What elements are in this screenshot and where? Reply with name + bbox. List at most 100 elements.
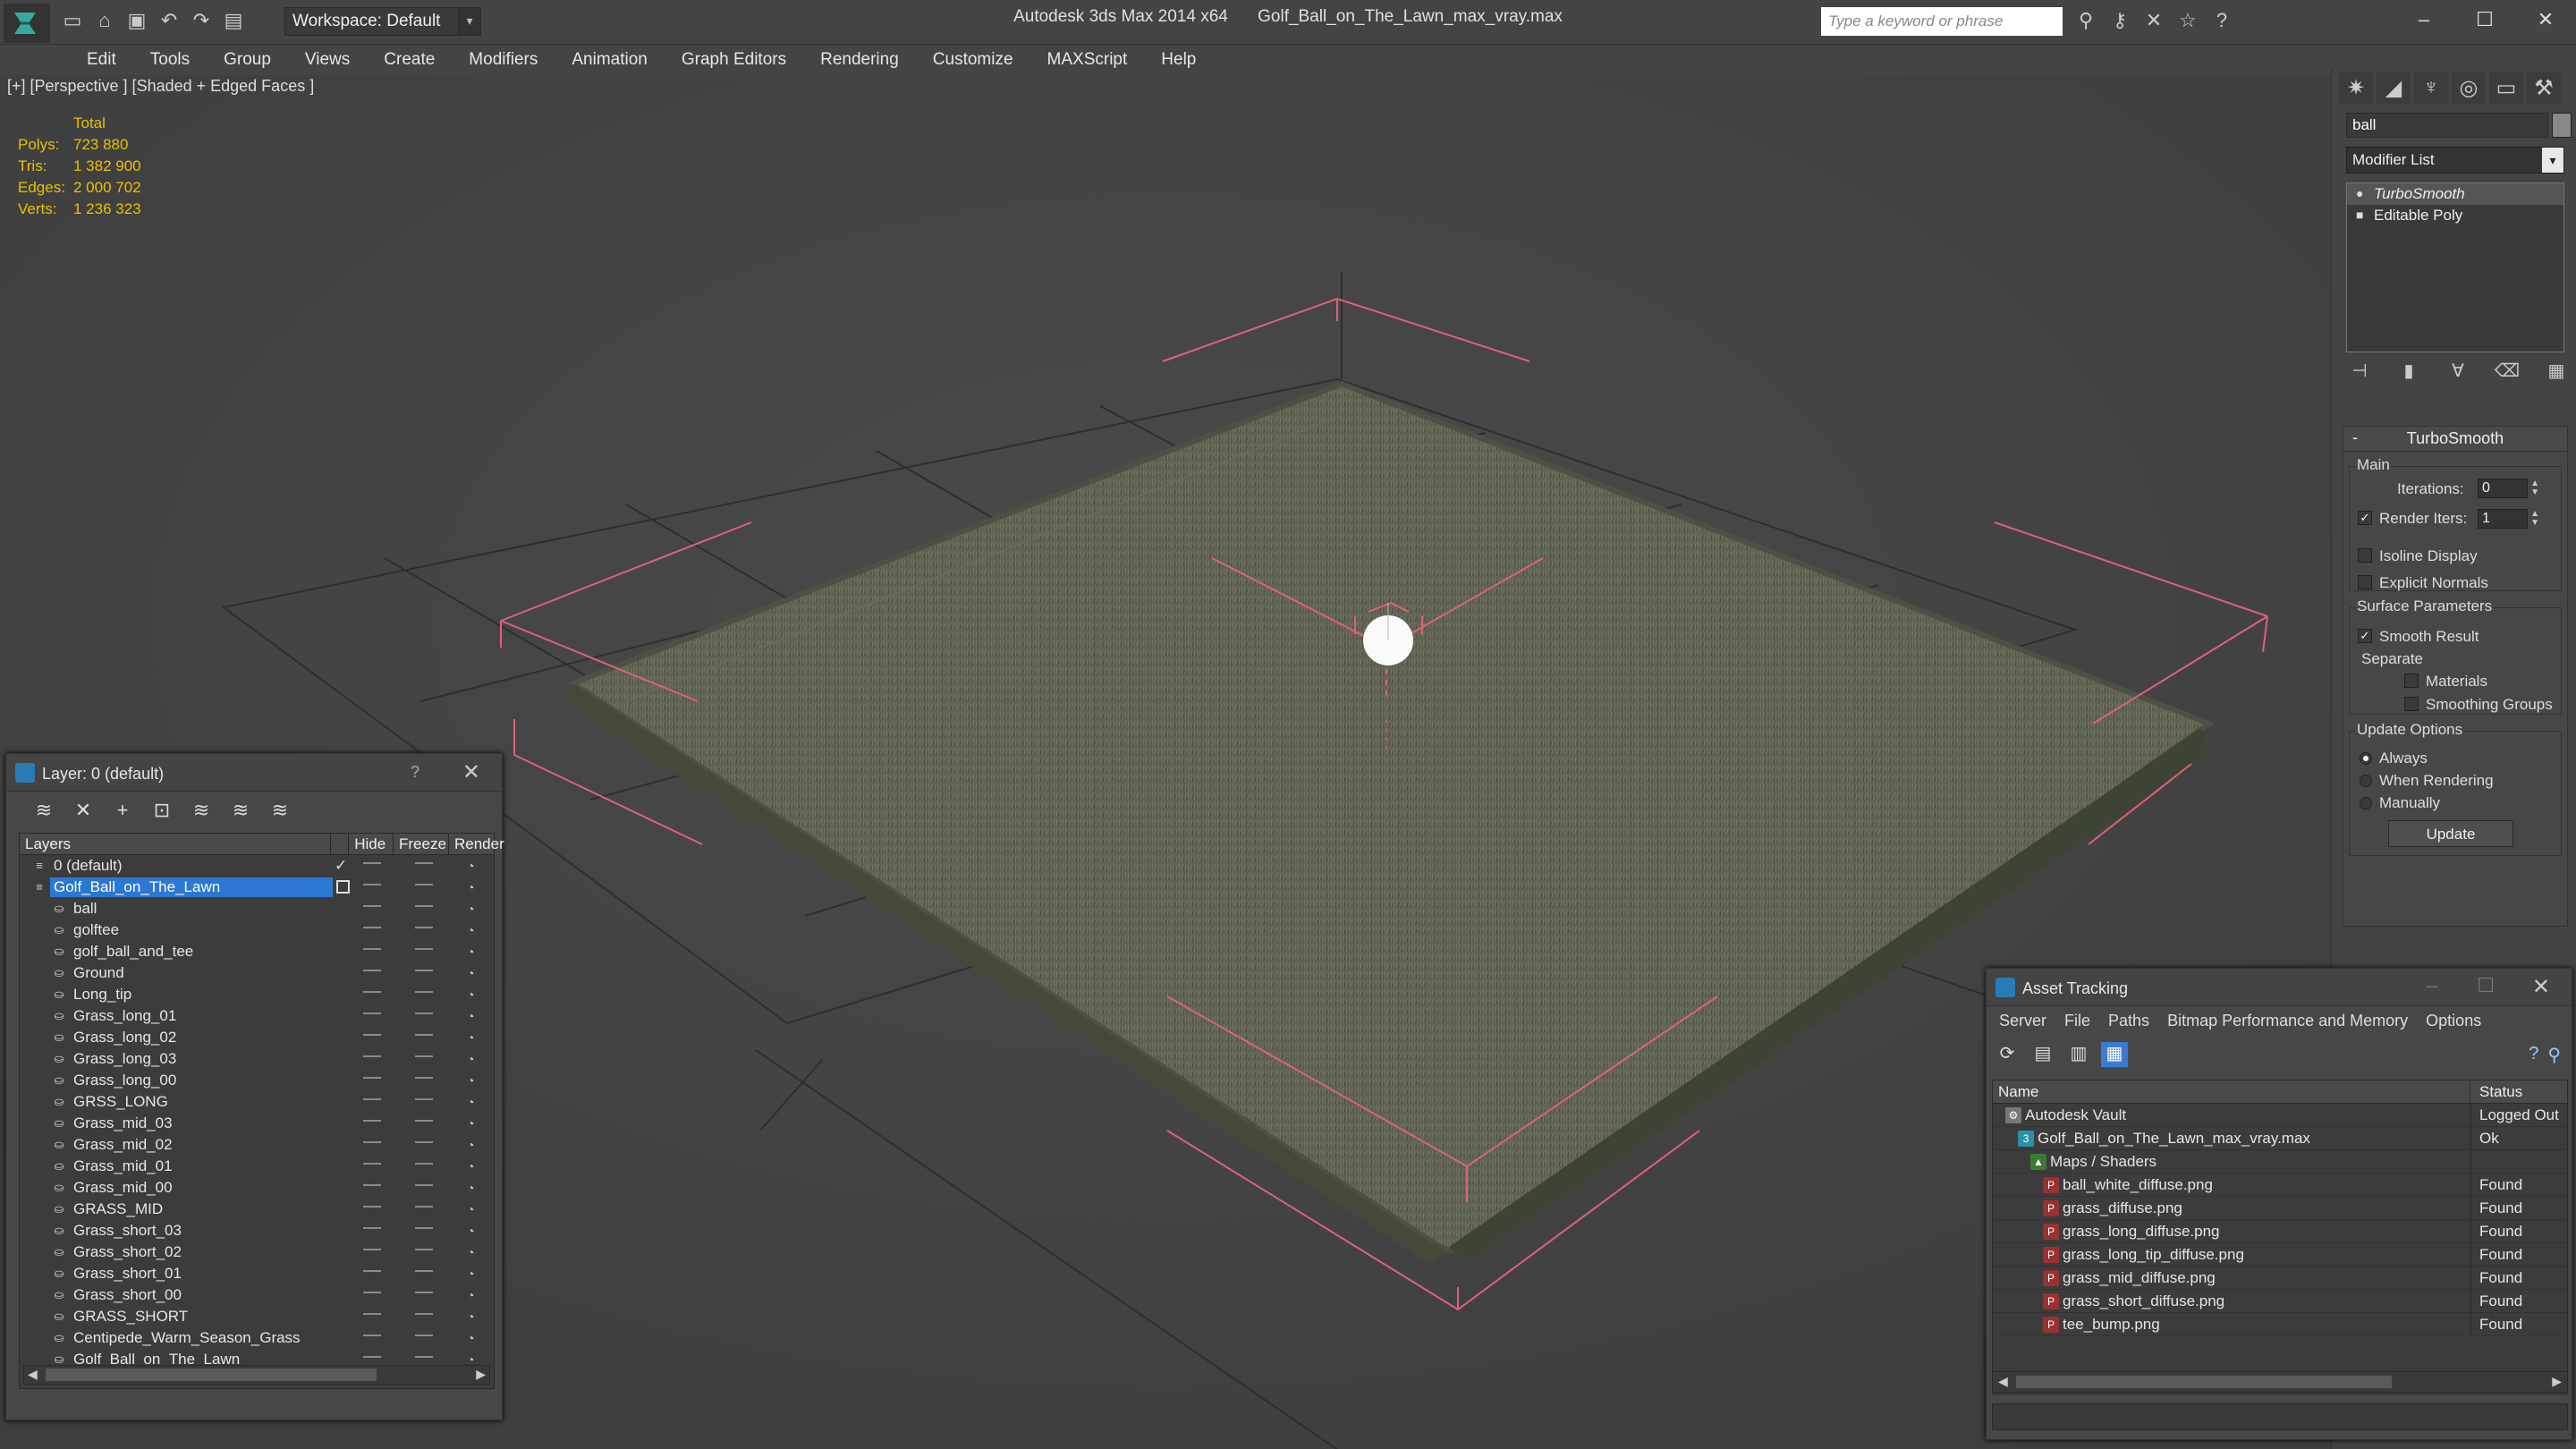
menu-help[interactable]: Help [1144,45,1213,75]
dialog-title-bar[interactable]: Layer: 0 (default) ? ✕ [6,754,502,792]
freeze-toggle[interactable] [415,1206,433,1208]
hide-toggle[interactable] [363,1120,381,1122]
freeze-toggle[interactable] [415,1163,433,1165]
hide-toggle[interactable] [363,1141,381,1143]
layer-row[interactable]: ⛀ Ground ◔ [20,962,494,984]
horizontal-scrollbar[interactable]: ◀ ▶ [1992,1371,2568,1393]
asset-row[interactable]: Pgrass_diffuse.png Found [1993,1197,2567,1220]
asset-row[interactable]: Ptee_bump.png Found [1993,1313,2567,1336]
hide-toggle[interactable] [363,905,381,907]
close-icon[interactable]: ✕ [462,759,480,785]
hide-toggle[interactable] [363,948,381,950]
layer-row[interactable]: ⛀ golftee ◔ [20,919,494,941]
freeze-toggle[interactable] [415,1055,433,1057]
freeze-toggle[interactable] [415,905,433,907]
render-teapot-icon[interactable]: ◔ [467,1288,481,1302]
freeze-toggle[interactable] [415,927,433,928]
render-teapot-icon[interactable]: ◔ [467,1159,481,1174]
motion-tab-icon[interactable]: ◎ [2452,72,2486,104]
render-teapot-icon[interactable]: ◔ [467,1202,481,1216]
render-teapot-icon[interactable]: ◔ [467,1073,481,1088]
hide-toggle[interactable] [363,991,381,993]
redo-icon[interactable]: ↷ [188,7,215,34]
close-icon[interactable]: ✕ [2532,974,2550,1000]
freeze-toggle[interactable] [415,948,433,950]
render-teapot-icon[interactable]: ◔ [467,1030,481,1045]
iterations-spinner[interactable]: 0 ▲ ▼ [2478,479,2539,498]
layer-row[interactable]: ⛀ Grass_long_00 ◔ [20,1070,494,1091]
layer-row[interactable]: ⛀ Grass_mid_03 ◔ [20,1113,494,1134]
scrollbar-thumb[interactable] [46,1368,377,1381]
menu-graph-editors[interactable]: Graph Editors [665,45,803,75]
hide-toggle[interactable] [363,1098,381,1100]
layer-row[interactable]: ≡ 0 (default) ✓ ◔ [20,855,494,877]
maximize-icon[interactable]: ☐ [2477,974,2495,997]
asset-row[interactable]: Pgrass_mid_diffuse.png Found [1993,1267,2567,1290]
current-layer-check-icon[interactable]: ✓ [335,857,347,875]
menu-paths[interactable]: Paths [2099,1012,2158,1031]
delete-layer-icon[interactable]: ✕ [69,799,97,822]
smooth-result-checkbox[interactable]: ✓ [2358,629,2372,643]
materials-checkbox[interactable] [2404,674,2419,688]
layer-row[interactable]: ⛀ Grass_long_03 ◔ [20,1048,494,1070]
freeze-toggle[interactable] [415,1270,433,1272]
layer-row[interactable]: ⛀ Grass_mid_02 ◔ [20,1134,494,1156]
layer-row[interactable]: ⛀ GRASS_MID ◔ [20,1199,494,1220]
layer-row[interactable]: ⛀ GRASS_SHORT ◔ [20,1306,494,1327]
favorites-star-icon[interactable]: ☆ [2175,9,2200,34]
menu-maxscript[interactable]: MAXScript [1030,45,1145,75]
column-header-layers[interactable]: Layers [20,834,332,854]
freeze-toggle[interactable] [415,884,433,886]
freeze-toggle[interactable] [415,1313,433,1315]
hide-toggle[interactable] [363,1356,381,1358]
render-teapot-icon[interactable]: ◔ [467,1095,481,1109]
render-teapot-icon[interactable]: ◔ [467,859,481,873]
column-header-freeze[interactable]: Freeze [394,834,449,854]
smoothing-groups-checkbox[interactable] [2404,697,2419,711]
help-search-input[interactable]: Type a keyword or phrase [1821,7,2063,36]
column-header-hide[interactable]: Hide [349,834,394,854]
undo-icon[interactable]: ↶ [156,7,182,34]
hide-toggle[interactable] [363,1249,381,1250]
render-iters-spinner[interactable]: 1 ▲ ▼ [2478,509,2539,529]
render-teapot-icon[interactable]: ◔ [467,1052,481,1066]
menu-views[interactable]: Views [288,45,367,75]
menu-group[interactable]: Group [207,45,288,75]
render-teapot-icon[interactable]: ◔ [467,1224,481,1238]
object-color-swatch[interactable] [2552,113,2572,138]
hide-toggle[interactable] [363,927,381,928]
menu-customize[interactable]: Customize [916,45,1030,75]
expand-icon[interactable]: ■ [2356,208,2363,222]
layer-row[interactable]: ⛀ Grass_short_03 ◔ [20,1220,494,1241]
asset-row[interactable]: Pgrass_short_diffuse.png Found [1993,1290,2567,1313]
stack-item-editable-poly[interactable]: ■ Editable Poly [2347,205,2563,226]
binoculars-icon[interactable]: ⚲ [2073,9,2098,34]
menu-server[interactable]: Server [1990,1012,2055,1031]
always-radio[interactable] [2360,752,2372,765]
scroll-left-icon[interactable]: ◀ [28,1367,38,1382]
render-teapot-icon[interactable]: ◔ [467,880,481,894]
render-teapot-icon[interactable]: ◔ [467,923,481,937]
pin-icon[interactable]: ⚲ [2547,1044,2561,1066]
modifier-list-dropdown[interactable]: Modifier List ▾ [2346,147,2564,174]
when-rendering-radio[interactable] [2360,775,2372,787]
select-objects-icon[interactable]: ⊡ [148,799,176,822]
freeze-toggle[interactable] [415,1356,433,1358]
layer-row[interactable]: ⛀ Grass_mid_01 ◔ [20,1156,494,1177]
dialog-title-bar[interactable]: Asset Tracking – ☐ ✕ [1987,969,2572,1006]
spinner-arrows-icon[interactable]: ▲ ▼ [2530,510,2539,528]
freeze-toggle[interactable] [415,1184,433,1186]
layer-row[interactable]: ⛀ golf_ball_and_tee ◔ [20,941,494,962]
isoline-display-checkbox[interactable] [2358,548,2372,563]
asset-row[interactable]: ⚙ Autodesk Vault Logged Out [1993,1104,2567,1127]
save-file-icon[interactable]: ▣ [123,7,150,34]
layer-row[interactable]: ⛀ Long_tip ◔ [20,984,494,1005]
render-teapot-icon[interactable]: ◔ [467,1009,481,1023]
add-to-layer-icon[interactable]: + [108,799,137,822]
freeze-toggle[interactable] [415,1292,433,1293]
key-icon[interactable]: ⚷ [2107,9,2132,34]
lightbulb-icon[interactable]: ● [2356,186,2363,200]
render-iters-checkbox[interactable]: ✓ [2358,511,2372,525]
qat-dropdown-icon[interactable]: ▾ [458,7,481,36]
render-teapot-icon[interactable]: ◔ [467,1181,481,1195]
